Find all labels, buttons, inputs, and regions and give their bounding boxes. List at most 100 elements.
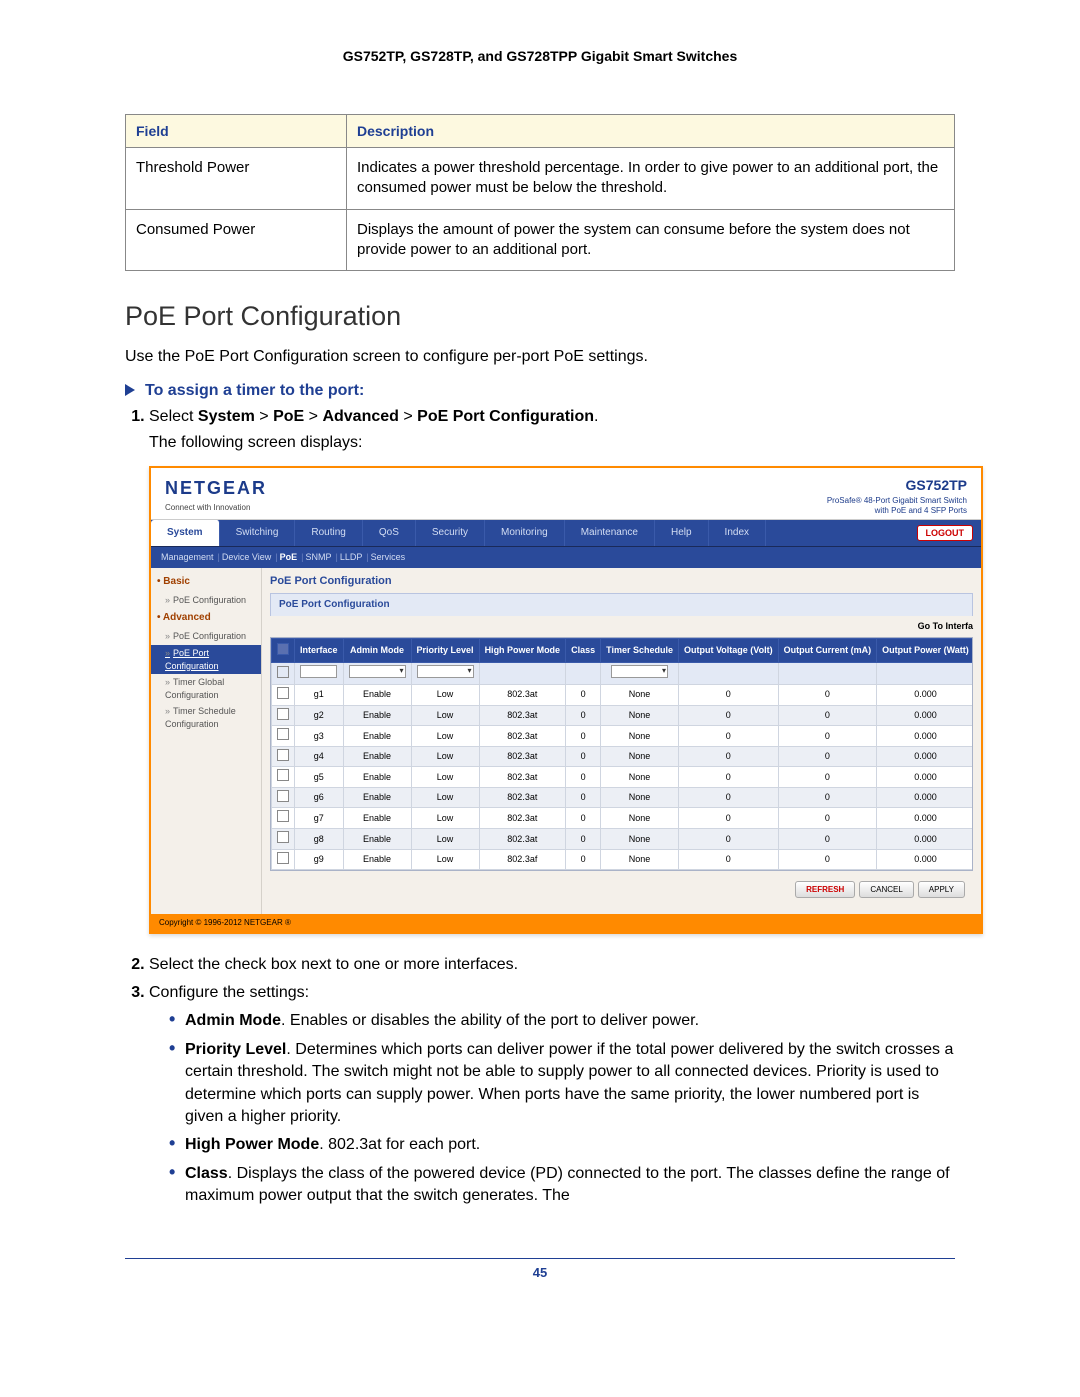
grid-row: g5EnableLow802.3at0None000.00015400	[272, 767, 974, 788]
action-buttons: REFRESHCANCEL APPLY	[270, 871, 973, 908]
sidebar-item-timer-global-configuration[interactable]: Timer Global Configuration	[151, 674, 261, 703]
sidebar-item-timer-schedule-configuration[interactable]: Timer Schedule Configuration	[151, 703, 261, 732]
row-checkbox[interactable]	[277, 769, 289, 781]
step-1: Select System > PoE > Advanced > PoE Por…	[149, 406, 955, 934]
sidebar-group-advanced[interactable]: • Advanced	[151, 608, 261, 628]
grid-filter-cell	[678, 663, 778, 685]
sidebar-item-poe-configuration[interactable]: PoE Configuration	[151, 628, 261, 645]
main-tab-index[interactable]: Index	[709, 520, 766, 546]
bullet-item: Class. Displays the class of the powered…	[169, 1163, 955, 1208]
sub-tab-services[interactable]: Services	[371, 552, 406, 562]
nav-part: PoE Port Configuration	[417, 408, 594, 425]
row-checkbox[interactable]	[277, 852, 289, 864]
sub-tab-snmp[interactable]: SNMP	[305, 552, 331, 562]
grid-cell: 0	[778, 808, 877, 829]
grid-cell: 0	[678, 705, 778, 726]
grid-cell: g1	[295, 684, 344, 705]
grid-cell: 0	[566, 808, 601, 829]
procedure-title: To assign a timer to the port:	[145, 382, 364, 399]
grid-cell: None	[601, 787, 679, 808]
grid-filter-cell	[411, 663, 479, 685]
sidebar-item-poe-port-configuration[interactable]: PoE Port Configuration	[151, 645, 261, 674]
grid-cell: 0	[566, 726, 601, 747]
grid-filter-cell	[601, 663, 679, 685]
sub-tabs: Management|Device View|PoE|SNMP|LLDP|Ser…	[151, 547, 981, 568]
apply-button[interactable]: APPLY	[918, 881, 965, 898]
checkbox[interactable]	[277, 666, 289, 678]
row-checkbox[interactable]	[277, 831, 289, 843]
text-input[interactable]	[300, 665, 337, 678]
table-row: Consumed Power Displays the amount of po…	[126, 209, 955, 271]
main-tab-monitoring[interactable]: Monitoring	[485, 520, 565, 546]
grid-cell: 802.3at	[479, 808, 566, 829]
step-3: Configure the settings: Admin Mode. Enab…	[149, 982, 955, 1208]
bullet-text: . 802.3at for each port.	[319, 1136, 480, 1153]
grid-header: Class	[566, 638, 601, 663]
grid-header	[272, 638, 295, 663]
dropdown[interactable]	[349, 665, 406, 678]
poe-port-grid: InterfaceAdmin ModePriority LevelHigh Po…	[271, 638, 973, 871]
bullet-text: . Displays the class of the powered devi…	[185, 1165, 950, 1204]
go-to-interface-link[interactable]: Go To Interfa	[270, 616, 973, 637]
grid-cell: 0.000	[877, 746, 973, 767]
grid-filter-cell	[272, 663, 295, 685]
row-checkbox[interactable]	[277, 810, 289, 822]
grid-cell: 0	[778, 767, 877, 788]
grid-cell: 0	[778, 746, 877, 767]
grid-cell: 802.3at	[479, 726, 566, 747]
row-checkbox[interactable]	[277, 728, 289, 740]
main-tab-maintenance[interactable]: Maintenance	[565, 520, 655, 546]
grid-cell: Low	[411, 849, 479, 870]
step3-text: Configure the settings:	[149, 984, 309, 1001]
select-all-checkbox[interactable]	[277, 643, 289, 655]
grid-cell: Enable	[343, 849, 411, 870]
nav-part: System	[198, 408, 255, 425]
section-title: PoE Port Configuration	[125, 301, 955, 332]
bullet-text: . Determines which ports can deliver pow…	[185, 1041, 953, 1125]
sub-tab-management[interactable]: Management	[161, 552, 214, 562]
main-tab-security[interactable]: Security	[416, 520, 485, 546]
main-tab-help[interactable]: Help	[655, 520, 709, 546]
nav-part: PoE	[273, 408, 304, 425]
dropdown[interactable]	[417, 665, 474, 678]
grid-cell: None	[601, 808, 679, 829]
grid-cell: 0.000	[877, 767, 973, 788]
grid-cell: None	[601, 767, 679, 788]
row-checkbox[interactable]	[277, 749, 289, 761]
grid-cell: 0.000	[877, 684, 973, 705]
grid-cell: 0	[778, 787, 877, 808]
sidebar-group-basic[interactable]: • Basic	[151, 572, 261, 592]
refresh-button[interactable]: REFRESH	[795, 881, 855, 898]
row-checkbox[interactable]	[277, 790, 289, 802]
settings-bullets: Admin Mode. Enables or disables the abil…	[149, 1010, 955, 1207]
main-tab-qos[interactable]: QoS	[363, 520, 416, 546]
grid-filter-cell	[479, 663, 566, 685]
grid-cell	[272, 808, 295, 829]
dropdown[interactable]	[611, 665, 668, 678]
grid-cell: Enable	[343, 787, 411, 808]
grid-header: Admin Mode	[343, 638, 411, 663]
grid-cell: None	[601, 705, 679, 726]
main-tab-routing[interactable]: Routing	[295, 520, 362, 546]
grid-cell: 0	[678, 849, 778, 870]
sub-tab-poe[interactable]: PoE	[280, 552, 298, 562]
row-checkbox[interactable]	[277, 708, 289, 720]
grid-cell: 0	[566, 849, 601, 870]
panel-subtitle: PoE Port Configuration	[270, 593, 973, 616]
grid-row: g1EnableLow802.3at0None000.00015400	[272, 684, 974, 705]
main-tab-switching[interactable]: Switching	[220, 520, 296, 546]
grid-cell: 0.000	[877, 726, 973, 747]
cancel-button[interactable]: CANCEL	[859, 881, 913, 898]
logout-button[interactable]: LOGOUT	[917, 525, 974, 542]
grid-cell: Enable	[343, 726, 411, 747]
sidebar-item-poe-configuration[interactable]: PoE Configuration	[151, 592, 261, 609]
grid-cell: Low	[411, 726, 479, 747]
grid-cell	[272, 684, 295, 705]
main-tab-system[interactable]: System	[151, 520, 220, 546]
sub-tab-lldp[interactable]: LLDP	[340, 552, 363, 562]
grid-header: High Power Mode	[479, 638, 566, 663]
grid-cell: None	[601, 684, 679, 705]
row-checkbox[interactable]	[277, 687, 289, 699]
grid-cell: 802.3at	[479, 767, 566, 788]
sub-tab-device-view[interactable]: Device View	[222, 552, 271, 562]
